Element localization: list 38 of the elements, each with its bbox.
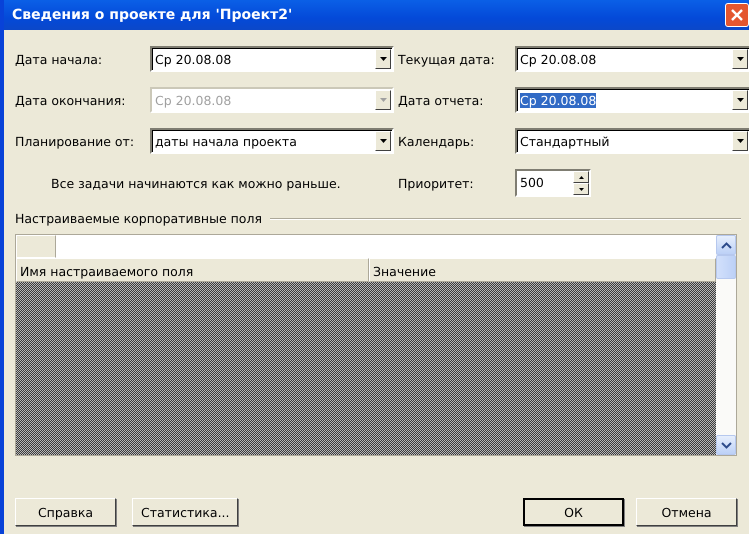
scroll-down-button[interactable] (716, 435, 736, 455)
caret-icon (380, 98, 386, 102)
caret-icon (380, 139, 386, 143)
column-header[interactable]: Значение (369, 258, 716, 282)
dialog-button[interactable]: Справка (15, 498, 116, 526)
schedule-note: Все задачи начинаются как можно раньше. (50, 176, 342, 190)
caret-icon (736, 57, 744, 61)
group-title: Настраиваемые корпоративные поля (15, 211, 262, 226)
vertical-scrollbar[interactable] (716, 235, 736, 455)
scroll-up-button[interactable] (716, 235, 736, 255)
caret-icon (736, 139, 744, 143)
field-label: Планирование от: (15, 134, 136, 148)
dialog-button[interactable]: Отмена (636, 498, 737, 526)
column-header[interactable]: Имя настраиваемого поля (16, 258, 369, 282)
date-dropdown[interactable]: даты начала проекта (150, 128, 394, 154)
field-label: Дата начала: (15, 52, 104, 66)
close-icon (730, 8, 744, 22)
priority-spinner[interactable]: 500 (515, 169, 591, 197)
spin-down-button[interactable] (573, 183, 589, 195)
date-dropdown[interactable]: Стандартный (515, 128, 749, 154)
up-caret-icon (578, 176, 584, 178)
caret-icon (736, 98, 744, 102)
caret-icon (380, 57, 386, 61)
field-label: Дата отчета: (398, 92, 484, 108)
dialog-button[interactable]: Статистика... (132, 498, 238, 526)
spin-up-button[interactable] (573, 171, 589, 183)
field-label: Текущая дата: (398, 52, 496, 66)
down-caret-icon (578, 188, 584, 190)
scroll-thumb[interactable] (716, 255, 736, 279)
field-label: Дата окончания: (15, 92, 126, 108)
date-dropdown[interactable]: Ср 20.08.08 (515, 87, 749, 113)
date-dropdown[interactable]: Ср 20.08.08 (515, 46, 749, 72)
field-label: Приоритет: (398, 176, 475, 190)
dialog-button[interactable]: ОК (523, 498, 624, 526)
window-title: Сведения о проекте для 'Проект2' (12, 7, 292, 23)
date-dropdown[interactable]: Ср 20.08.08 (150, 46, 394, 72)
close-button[interactable] (725, 3, 749, 27)
field-label: Календарь: (398, 134, 476, 148)
